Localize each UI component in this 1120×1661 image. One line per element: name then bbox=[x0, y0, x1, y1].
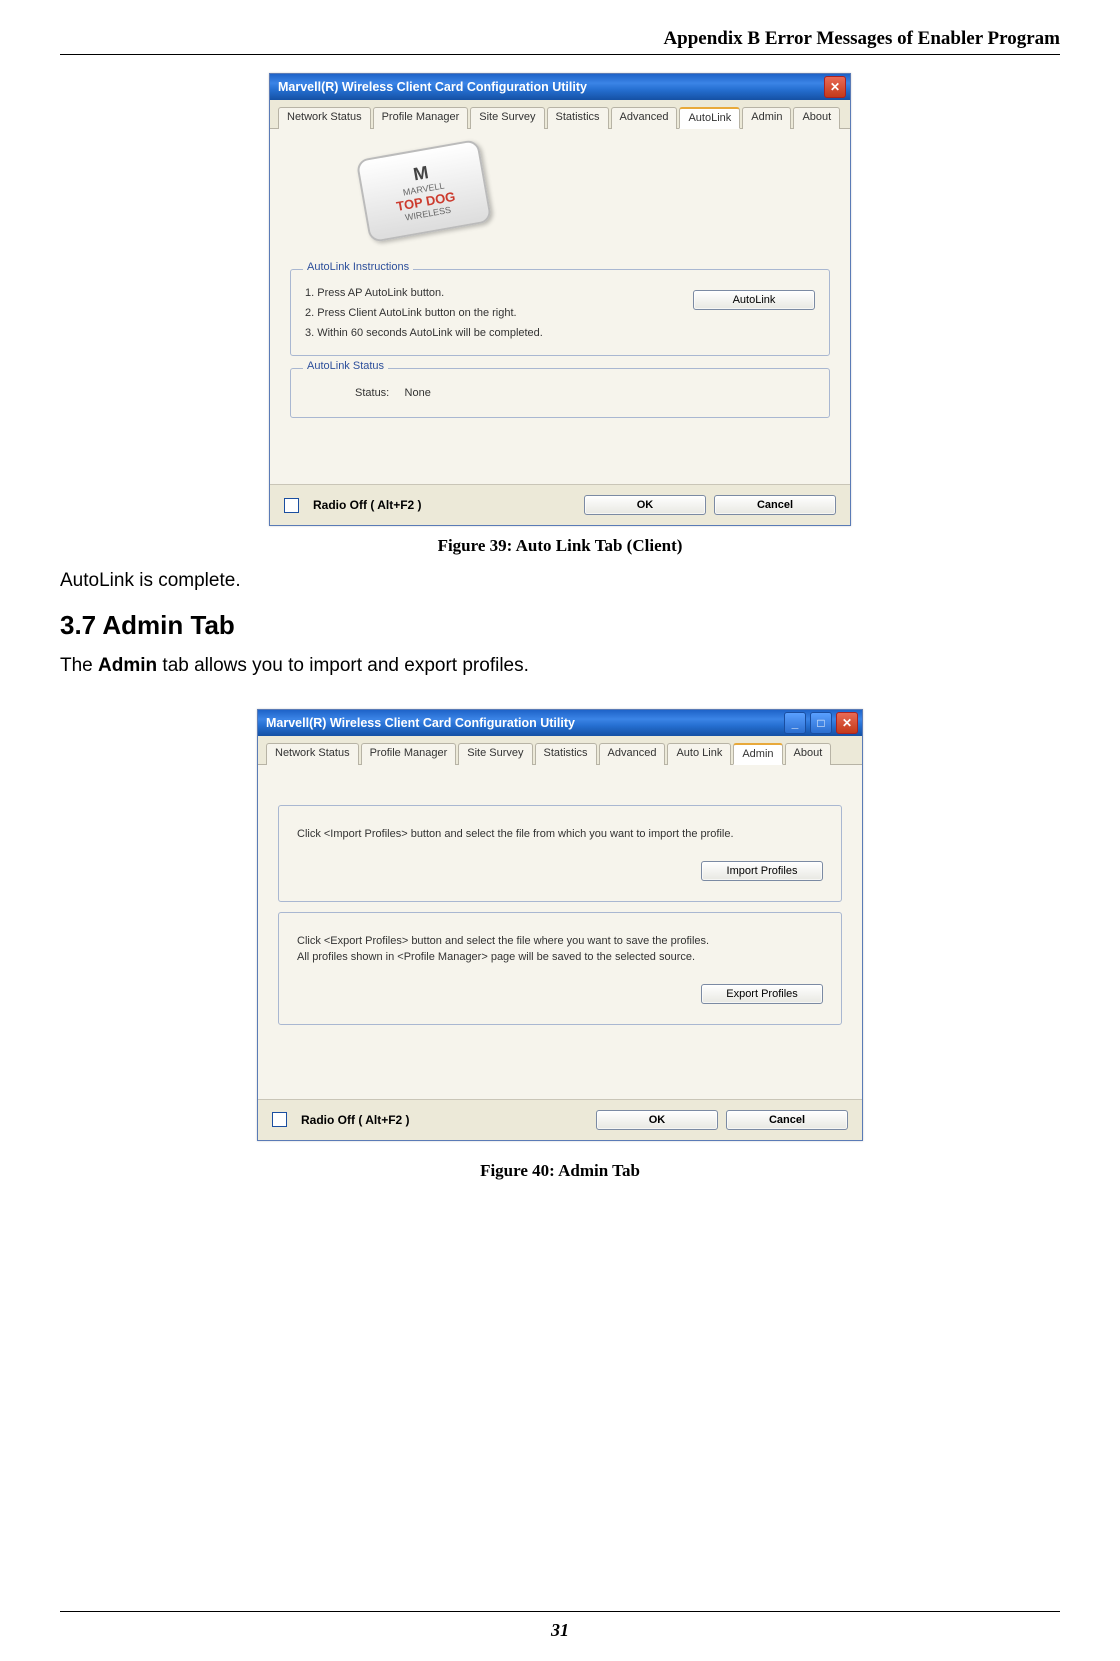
tab-site-survey[interactable]: Site Survey bbox=[458, 743, 532, 765]
ok-button[interactable]: OK bbox=[584, 495, 706, 515]
fig39-window: Marvell(R) Wireless Client Card Configur… bbox=[269, 73, 851, 526]
radio-off-checkbox[interactable] bbox=[284, 498, 299, 513]
export-profiles-text-1: Click <Export Profiles> button and selec… bbox=[297, 933, 823, 950]
tab-advanced[interactable]: Advanced bbox=[611, 107, 678, 129]
fig40-titlebar: Marvell(R) Wireless Client Card Configur… bbox=[258, 710, 862, 736]
status-label: Status: bbox=[355, 387, 389, 399]
import-profiles-button[interactable]: Import Profiles bbox=[701, 861, 823, 881]
radio-off-label: Radio Off ( Alt+F2 ) bbox=[313, 498, 576, 512]
fig40-window: Marvell(R) Wireless Client Card Configur… bbox=[257, 709, 863, 1141]
export-profiles-button[interactable]: Export Profiles bbox=[701, 984, 823, 1004]
instruction-1: 1. Press AP AutoLink button. bbox=[305, 284, 669, 304]
import-profiles-group: Click <Import Profiles> button and selec… bbox=[278, 805, 842, 902]
tab-statistics[interactable]: Statistics bbox=[547, 107, 609, 129]
tab-about[interactable]: About bbox=[785, 743, 832, 765]
footer-rule bbox=[60, 1611, 1060, 1612]
autolink-button[interactable]: AutoLink bbox=[693, 290, 815, 310]
marvell-logo-icon: M MARVELL TOP DOG WIRELESS bbox=[356, 139, 493, 243]
export-profiles-text-2: All profiles shown in <Profile Manager> … bbox=[297, 949, 823, 966]
tab-autolink[interactable]: AutoLink bbox=[679, 107, 740, 129]
fig40-caption: Figure 40: Admin Tab bbox=[60, 1161, 1060, 1181]
fig40-window-title: Marvell(R) Wireless Client Card Configur… bbox=[266, 716, 575, 730]
tab-profile-manager[interactable]: Profile Manager bbox=[373, 107, 469, 129]
minimize-icon[interactable]: _ bbox=[784, 712, 806, 734]
autolink-instructions-group: AutoLink Instructions 1. Press AP AutoLi… bbox=[290, 269, 830, 356]
tab-profile-manager[interactable]: Profile Manager bbox=[361, 743, 457, 765]
page-header-title: Appendix B Error Messages of Enabler Pro… bbox=[60, 28, 1060, 50]
radio-off-checkbox[interactable] bbox=[272, 1112, 287, 1127]
close-icon[interactable]: ✕ bbox=[836, 712, 858, 734]
admin-tab-intro: The Admin tab allows you to import and e… bbox=[60, 655, 1060, 677]
tab-about[interactable]: About bbox=[793, 107, 840, 129]
instruction-3: 3. Within 60 seconds AutoLink will be co… bbox=[305, 324, 669, 344]
export-profiles-group: Click <Export Profiles> button and selec… bbox=[278, 912, 842, 1025]
tab-auto-link[interactable]: Auto Link bbox=[667, 743, 731, 765]
autolink-status-title: AutoLink Status bbox=[303, 360, 388, 372]
section-3-7-heading: 3.7 Admin Tab bbox=[60, 610, 1060, 641]
ok-button[interactable]: OK bbox=[596, 1110, 718, 1130]
tab-statistics[interactable]: Statistics bbox=[535, 743, 597, 765]
maximize-icon[interactable]: □ bbox=[810, 712, 832, 734]
tab-site-survey[interactable]: Site Survey bbox=[470, 107, 544, 129]
page-number: 31 bbox=[60, 1620, 1060, 1641]
header-rule bbox=[60, 54, 1060, 55]
instruction-2: 2. Press Client AutoLink button on the r… bbox=[305, 304, 669, 324]
radio-off-label: Radio Off ( Alt+F2 ) bbox=[301, 1113, 588, 1127]
tab-advanced[interactable]: Advanced bbox=[599, 743, 666, 765]
autolink-status-group: AutoLink Status Status: None bbox=[290, 368, 830, 418]
fig40-tabs: Network Status Profile Manager Site Surv… bbox=[258, 736, 862, 765]
tab-network-status[interactable]: Network Status bbox=[266, 743, 359, 765]
autolink-instructions-title: AutoLink Instructions bbox=[303, 261, 413, 273]
fig39-tabs: Network Status Profile Manager Site Surv… bbox=[270, 100, 850, 129]
import-profiles-text: Click <Import Profiles> button and selec… bbox=[297, 826, 823, 843]
tab-admin[interactable]: Admin bbox=[742, 107, 791, 129]
autolink-complete-text: AutoLink is complete. bbox=[60, 570, 1060, 592]
status-value: None bbox=[405, 387, 431, 399]
tab-admin[interactable]: Admin bbox=[733, 743, 782, 765]
cancel-button[interactable]: Cancel bbox=[726, 1110, 848, 1130]
fig39-window-title: Marvell(R) Wireless Client Card Configur… bbox=[278, 80, 587, 94]
fig39-titlebar: Marvell(R) Wireless Client Card Configur… bbox=[270, 74, 850, 100]
tab-network-status[interactable]: Network Status bbox=[278, 107, 371, 129]
fig39-caption: Figure 39: Auto Link Tab (Client) bbox=[60, 536, 1060, 556]
cancel-button[interactable]: Cancel bbox=[714, 495, 836, 515]
close-icon[interactable]: ✕ bbox=[824, 76, 846, 98]
